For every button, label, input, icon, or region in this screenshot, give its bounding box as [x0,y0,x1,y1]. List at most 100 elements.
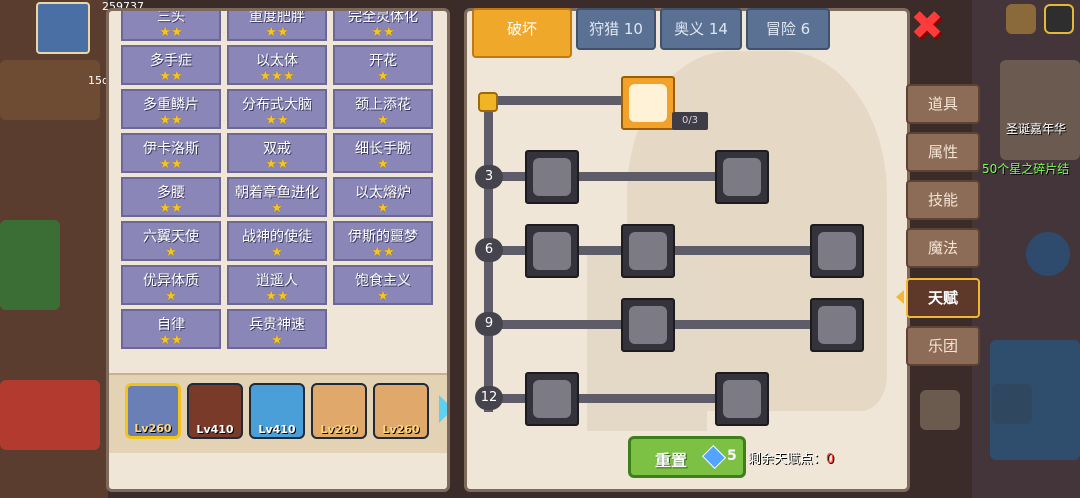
trait-name: 细长手腕 [355,141,411,157]
skill-arm-wrestle-icon[interactable] [621,76,675,130]
trait-stars: ★★ [265,157,289,172]
reset-button-label: 重置 [655,451,688,470]
skill-shattered-fist-icon[interactable] [715,372,769,426]
settings-gear-icon[interactable] [1026,232,1070,276]
level-badge-9: 9 [475,312,503,336]
hero-level: Lv260 [382,423,420,436]
reset-talents-button[interactable]: 重置 5 [628,436,746,478]
hero-portrait[interactable]: Lv260 [373,383,429,439]
trait-stars: ★ [377,69,389,84]
trait-cell[interactable]: 多手症 ★★ [121,45,221,85]
trait-cell[interactable]: 六翼天使 ★ [121,221,221,261]
skill-fist-bump-icon[interactable] [621,224,675,278]
trait-stars: ★★ [265,289,289,304]
skill-fist-icon[interactable] [525,372,579,426]
sword-icon[interactable] [920,390,960,430]
remaining-points-label: 剩余天赋点： [748,452,827,467]
event-title: 圣诞嘉年华 [1006,122,1067,136]
trait-name: 朝着章鱼进化 [235,185,319,201]
trait-cell[interactable]: 优异体质 ★ [121,265,221,305]
wall-decoration [0,60,100,120]
tab-hunting[interactable]: 狩猎 10 [576,8,656,50]
plant-decoration [0,220,60,310]
skill-muscle-body-icon[interactable] [525,150,579,204]
trait-cell[interactable]: 自律 ★★ [121,309,221,349]
trait-stars: ★★ [371,25,395,40]
trait-cell[interactable]: 分布式大脑 ★★ [227,89,327,129]
trait-cell[interactable]: 逍遥人 ★★ [227,265,327,305]
side-menu-band[interactable]: 乐团 [906,326,980,366]
tab-destruction[interactable]: 破坏 [472,8,572,58]
hero-portrait[interactable]: Lv260 [311,383,367,439]
reset-cost: 5 [727,448,737,464]
tab-secret-art[interactable]: 奥义 14 [660,8,742,50]
trait-stars: ★★ [265,25,289,40]
trait-cell[interactable]: 饱食主义 ★ [333,265,433,305]
trait-stars: ★ [165,289,177,304]
trait-cell[interactable]: 完全灵体化 ★★ [333,9,433,41]
trait-stars: ★★ [159,25,183,40]
hero-portrait[interactable]: Lv410 [187,383,243,439]
side-menu-skills[interactable]: 技能 [906,180,980,220]
trait-cell[interactable]: 重度肥胖 ★★ [227,9,327,41]
side-menu-talent[interactable]: 天赋 [906,278,980,318]
trait-stars: ★★★ [259,69,295,84]
skill-rose-dagger-icon[interactable] [715,150,769,204]
skill-bat-wings-icon[interactable] [810,298,864,352]
trait-stars: ★ [271,333,283,348]
trait-cell[interactable]: 双戒 ★★ [227,133,327,173]
close-icon[interactable]: ✖ [910,6,944,46]
player-avatar[interactable] [36,2,90,54]
trait-cell[interactable]: 战神的使徒 ★ [227,221,327,261]
trait-cell[interactable]: 三头 ★★ [121,11,221,41]
hero-portrait[interactable]: Lv410 [249,383,305,439]
trait-stars: ★★ [159,333,183,348]
trait-name: 优异体质 [143,273,199,289]
skill-sword-strike-icon[interactable] [810,224,864,278]
side-menu-magic[interactable]: 魔法 [906,228,980,268]
trait-cell[interactable]: 多重鳞片 ★★ [121,89,221,129]
trait-name: 战神的使徒 [242,229,312,245]
trait-cell[interactable]: 以太体 ★★★ [227,45,327,85]
trait-name: 逍遥人 [256,273,298,289]
trait-stars: ★★ [159,69,183,84]
tree-top-branch [494,96,628,105]
side-menu-attributes[interactable]: 属性 [906,132,980,172]
bow-icon[interactable] [992,384,1032,424]
hero-select-row: Lv260 Lv410 Lv410 Lv260 Lv260 [109,373,447,453]
trait-panel: 三头 ★★ 重度肥胖 ★★ 完全灵体化 ★★ 多手症 ★★ 以太体 ★★★ 开花 ★ 多重鳞片 ★★ 分布式… [106,8,450,492]
trait-cell[interactable]: 细长手腕 ★ [333,133,433,173]
trait-cell[interactable]: 开花 ★ [333,45,433,85]
tree-root-node [478,92,498,112]
trait-name: 颈上添花 [355,97,411,113]
level-badge-3: 3 [475,165,503,189]
trait-name: 多手症 [150,53,192,69]
trait-name: 完全灵体化 [348,9,418,25]
player-hud[interactable]: 259737 260 15d [36,0,145,87]
trait-cell[interactable]: 朝着章鱼进化 ★ [227,177,327,217]
skill-ripple-icon[interactable] [621,298,675,352]
hero-portrait[interactable]: Lv260 [125,383,181,439]
trait-cell[interactable]: 伊斯的噩梦 ★★ [333,221,433,261]
side-menu-items[interactable]: 道具 [906,84,980,124]
level-badge-6: 6 [475,238,503,262]
trait-stars: ★ [377,113,389,128]
fullscreen-icon[interactable] [1044,4,1074,34]
trait-name: 重度肥胖 [249,9,305,25]
hero-next-arrow[interactable] [439,395,447,423]
skill-shield-card-icon[interactable] [525,224,579,278]
trait-cell[interactable]: 伊卡洛斯 ★★ [121,133,221,173]
trait-cell[interactable]: 颈上添花 ★ [333,89,433,129]
trait-name: 以太熔炉 [355,185,411,201]
trait-stars: ★ [377,157,389,172]
remaining-points-value: 0 [826,452,835,467]
trait-cell[interactable]: 以太熔炉 ★ [333,177,433,217]
tab-adventure[interactable]: 冒险 6 [746,8,830,50]
hero-level: Lv410 [258,423,296,436]
trait-cell[interactable]: 多腰 ★★ [121,177,221,217]
computer-icon[interactable] [1006,4,1036,34]
trait-cell[interactable]: 兵贵神速 ★ [227,309,327,349]
trait-stars: ★ [271,201,283,216]
trait-stars: ★ [165,245,177,260]
hero-level: Lv260 [134,422,172,435]
